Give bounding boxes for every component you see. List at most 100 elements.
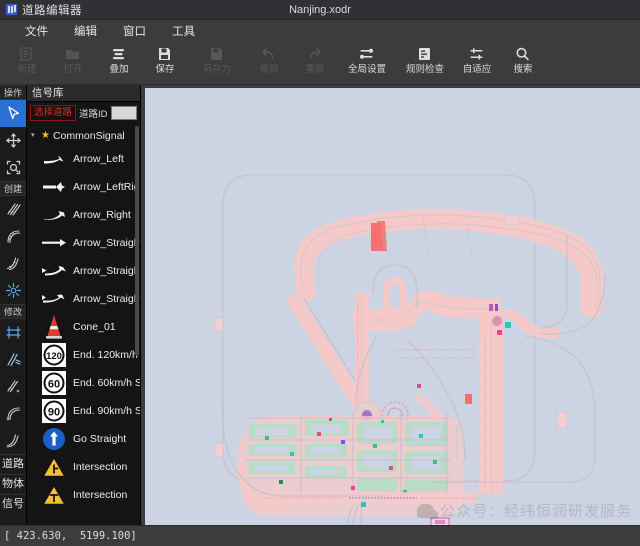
list-item-label: End. 90km/h Speed bbox=[73, 405, 140, 417]
toolbar-search-button[interactable]: 搜索 bbox=[500, 42, 546, 84]
toolbar-save-label: 保存 bbox=[155, 64, 175, 75]
status-coordinates: [ 423.630, 5199.100] bbox=[4, 530, 137, 542]
tool-create-arc-road[interactable] bbox=[0, 223, 26, 250]
move-pan-icon bbox=[5, 132, 22, 149]
tool-create-spiral-road[interactable] bbox=[0, 250, 26, 277]
toolbar-overlay-button[interactable]: 叠加 bbox=[96, 42, 142, 84]
end-speed-limit-60-icon: 60 bbox=[41, 371, 67, 395]
tree-root-label: CommonSignal bbox=[52, 129, 125, 142]
redo-arrow-icon bbox=[306, 46, 324, 62]
list-item[interactable]: Arrow_StraightRight bbox=[27, 285, 140, 313]
rail-section-modify: 修改 bbox=[0, 304, 26, 319]
new-file-icon bbox=[18, 46, 36, 62]
list-item-label: Arrow_Right bbox=[73, 209, 131, 221]
menu-tools[interactable]: 工具 bbox=[159, 21, 208, 41]
go-straight-sign-icon bbox=[41, 427, 67, 451]
create-line-road-icon bbox=[5, 201, 22, 218]
list-item[interactable]: Arrow_StraightLeft bbox=[27, 257, 140, 285]
list-item[interactable]: 60 End. 60km/h Speed bbox=[27, 369, 140, 397]
toolbar-rule-check-button[interactable]: 规则检查 bbox=[396, 42, 454, 84]
intersection-t-warning-sign-icon bbox=[41, 483, 67, 507]
toolbar-redo-button[interactable]: 重做 bbox=[292, 42, 338, 84]
toolbar-new-button[interactable]: 新建 bbox=[4, 42, 50, 84]
app-title: 道路编辑器 bbox=[22, 4, 82, 17]
menu-window[interactable]: 窗口 bbox=[110, 21, 159, 41]
rail-section-create: 创建 bbox=[0, 181, 26, 196]
end-speed-limit-120-icon: 120 bbox=[41, 343, 67, 367]
toolbar-save-button[interactable]: 保存 bbox=[142, 42, 188, 84]
adaptive-sliders-icon bbox=[468, 46, 486, 62]
toolbar-search-label: 搜索 bbox=[513, 64, 533, 75]
rail-tab-road[interactable]: 道路 bbox=[0, 454, 26, 474]
map-render: .rd { fill:#f6c9c9; stroke:none; } .rdo … bbox=[214, 174, 606, 525]
toolbar-new-label: 新建 bbox=[17, 64, 37, 75]
tool-modify-arc[interactable] bbox=[0, 400, 26, 427]
svg-text:120: 120 bbox=[46, 351, 62, 362]
list-item-label: End. 120km/h Speed bbox=[73, 349, 140, 361]
toolbar-open-button[interactable]: 打开 bbox=[50, 42, 96, 84]
tool-create-junction[interactable] bbox=[0, 277, 26, 304]
create-junction-icon bbox=[5, 282, 22, 299]
panel-scrollbar[interactable] bbox=[135, 126, 139, 356]
list-item-label: End. 60km/h Speed bbox=[73, 377, 140, 389]
list-item-label: Arrow_Left bbox=[73, 153, 124, 165]
signal-library-panel: 信号库 选择道路 道路ID ▾ ★ CommonSignal Arrow_Lef… bbox=[27, 85, 141, 525]
tool-select-cursor[interactable] bbox=[0, 100, 26, 127]
tool-move-pan[interactable] bbox=[0, 127, 26, 154]
rail-tab-object[interactable]: 物体 bbox=[0, 474, 26, 494]
list-item[interactable]: Cone_01 bbox=[27, 313, 140, 341]
tree-root-commonsignal[interactable]: ▾ ★ CommonSignal bbox=[27, 126, 140, 145]
canvas-container: .rd { fill:#f6c9c9; stroke:none; } .rdo … bbox=[142, 85, 640, 525]
list-item[interactable]: 120 End. 120km/h Speed bbox=[27, 341, 140, 369]
tool-modify-junction[interactable] bbox=[0, 319, 26, 346]
chevron-down-icon[interactable]: ▾ bbox=[31, 132, 38, 139]
rail-section-operate: 操作 bbox=[0, 85, 26, 100]
list-item[interactable]: Arrow_LeftRight bbox=[27, 173, 140, 201]
menu-edit[interactable]: 编辑 bbox=[61, 21, 110, 41]
panel-title: 信号库 bbox=[27, 85, 140, 102]
arrow-straight-right-marking-icon bbox=[41, 287, 67, 311]
toolbar-undo-label: 撤销 bbox=[259, 64, 279, 75]
list-item[interactable]: Go Straight bbox=[27, 425, 140, 453]
select-road-button[interactable]: 选择道路 bbox=[30, 105, 77, 121]
signal-tree: ▾ ★ CommonSignal Arrow_Left Arrow_LeftRi… bbox=[27, 124, 140, 525]
create-spiral-road-icon bbox=[5, 255, 22, 272]
tool-modify-spiral[interactable] bbox=[0, 427, 26, 454]
toolbar-open-label: 打开 bbox=[63, 64, 83, 75]
list-item[interactable]: Arrow_Straight bbox=[27, 229, 140, 257]
list-item-label: Arrow_StraightLeft bbox=[73, 265, 140, 277]
toolbar-overlay-label: 叠加 bbox=[109, 64, 129, 75]
toolbar-global-settings-button[interactable]: 全局设置 bbox=[338, 42, 396, 84]
arrow-left-right-marking-icon bbox=[41, 175, 67, 199]
zoom-select-icon bbox=[5, 159, 22, 176]
list-item-label: Cone_01 bbox=[73, 321, 116, 333]
open-folder-icon bbox=[64, 46, 82, 62]
toolbar-save-as-label: 另存为 bbox=[202, 64, 232, 75]
road-editor-logo-icon bbox=[6, 4, 17, 15]
road-id-input[interactable] bbox=[110, 106, 137, 120]
save-disk-icon bbox=[156, 46, 174, 62]
map-viewport[interactable]: .rd { fill:#f6c9c9; stroke:none; } .rdo … bbox=[145, 88, 640, 525]
list-item-label: Intersection bbox=[73, 489, 128, 501]
toolbar-undo-button[interactable]: 撤销 bbox=[246, 42, 292, 84]
tool-modify-line[interactable] bbox=[0, 373, 26, 400]
list-item[interactable]: 90 End. 90km/h Speed bbox=[27, 397, 140, 425]
intersection-warning-sign-icon bbox=[41, 455, 67, 479]
modify-line-icon bbox=[5, 378, 22, 395]
select-cursor-icon bbox=[5, 105, 22, 122]
list-item[interactable]: Arrow_Right bbox=[27, 201, 140, 229]
rail-tab-signal[interactable]: 信号 bbox=[0, 494, 26, 514]
tool-modify-connect[interactable] bbox=[0, 346, 26, 373]
toolbar-adaptive-button[interactable]: 自适应 bbox=[454, 42, 500, 84]
list-item-label: Arrow_LeftRight bbox=[73, 181, 140, 193]
tool-create-line-road[interactable] bbox=[0, 196, 26, 223]
road-id-label: 道路ID bbox=[79, 109, 108, 120]
list-item[interactable]: Intersection bbox=[27, 481, 140, 509]
global-settings-icon bbox=[358, 46, 376, 62]
list-item[interactable]: Intersection bbox=[27, 453, 140, 481]
list-item[interactable]: Arrow_Left bbox=[27, 145, 140, 173]
tool-zoom-select[interactable] bbox=[0, 154, 26, 181]
toolbar-save-as-button[interactable]: 另存为 bbox=[188, 42, 246, 84]
list-item-label: Go Straight bbox=[73, 433, 127, 445]
menu-file[interactable]: 文件 bbox=[12, 21, 61, 41]
